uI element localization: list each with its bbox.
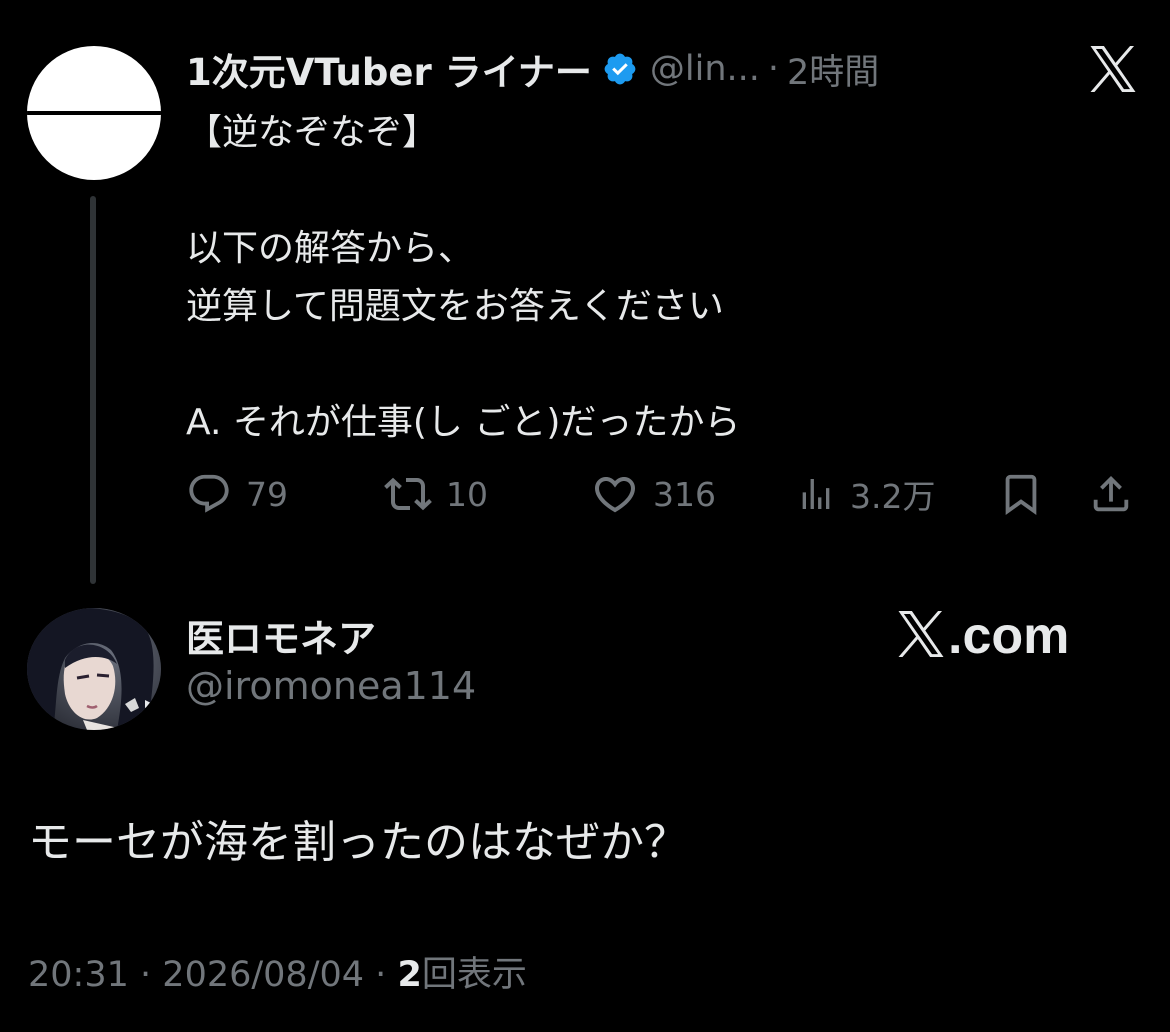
verified-badge-icon <box>602 51 638 87</box>
bar-chart-icon <box>796 474 836 514</box>
retweet-button[interactable]: 10 <box>384 466 488 522</box>
tweet-action-bar: 79 10 316 3.2万 <box>186 466 1136 522</box>
x-logo-icon <box>896 611 946 661</box>
share-upload-icon <box>1088 471 1134 517</box>
retweet-arrows-icon <box>384 470 432 518</box>
reply-author-handle[interactable]: @iromonea114 <box>186 664 476 708</box>
reply-author-avatar[interactable] <box>27 608 161 730</box>
reply-author-name[interactable]: 医ロモネア <box>186 608 376 663</box>
like-button[interactable]: 316 <box>591 466 716 522</box>
reply-button[interactable]: 79 <box>186 466 288 522</box>
tweet-timestamp[interactable]: 20:31 <box>28 955 129 995</box>
tweet-date[interactable]: 2026/08/04 <box>162 955 364 995</box>
share-button[interactable] <box>1088 466 1134 522</box>
parent-author-avatar[interactable] <box>27 46 161 180</box>
views-button[interactable]: 3.2万 <box>796 466 935 522</box>
tweet-time-ago[interactable]: 2時間 <box>787 44 879 95</box>
reply-view-count: 2 <box>397 955 422 995</box>
thread-connector-line <box>90 196 96 584</box>
x-com-watermark: .com <box>896 604 1069 668</box>
meta-separator: · <box>375 955 387 995</box>
heart-icon <box>591 470 639 518</box>
bookmark-icon <box>998 471 1044 517</box>
like-count: 316 <box>653 474 716 514</box>
reply-count: 79 <box>246 474 288 514</box>
parent-tweet-header: 1次元VTuber ライナー @lin... · 2時間 <box>186 44 879 94</box>
reply-tweet-text: モーセが海を割ったのはなぜか？ <box>28 817 688 868</box>
watermark-domain-text: .com <box>948 607 1070 665</box>
parent-tweet-text: 【逆なぞなぞ】 以下の解答から、 逆算して問題文をお答えください A. それが仕… <box>186 112 741 443</box>
reply-view-label: 回表示 <box>421 955 527 995</box>
views-count: 3.2万 <box>850 477 936 516</box>
speech-bubble-icon <box>186 471 232 517</box>
tweet-meta-line: 20:31 · 2026/08/04 · 2回表示 <box>28 946 527 997</box>
header-separator: · <box>767 49 780 89</box>
retweet-count: 10 <box>446 474 488 514</box>
avatar-divider-line <box>27 111 161 115</box>
bookmark-button[interactable] <box>998 466 1044 522</box>
x-logo-icon[interactable] <box>1088 46 1138 92</box>
meta-separator: · <box>140 955 152 995</box>
parent-author-handle[interactable]: @lin... <box>650 49 760 89</box>
parent-author-name[interactable]: 1次元VTuber ライナー <box>186 42 592 96</box>
